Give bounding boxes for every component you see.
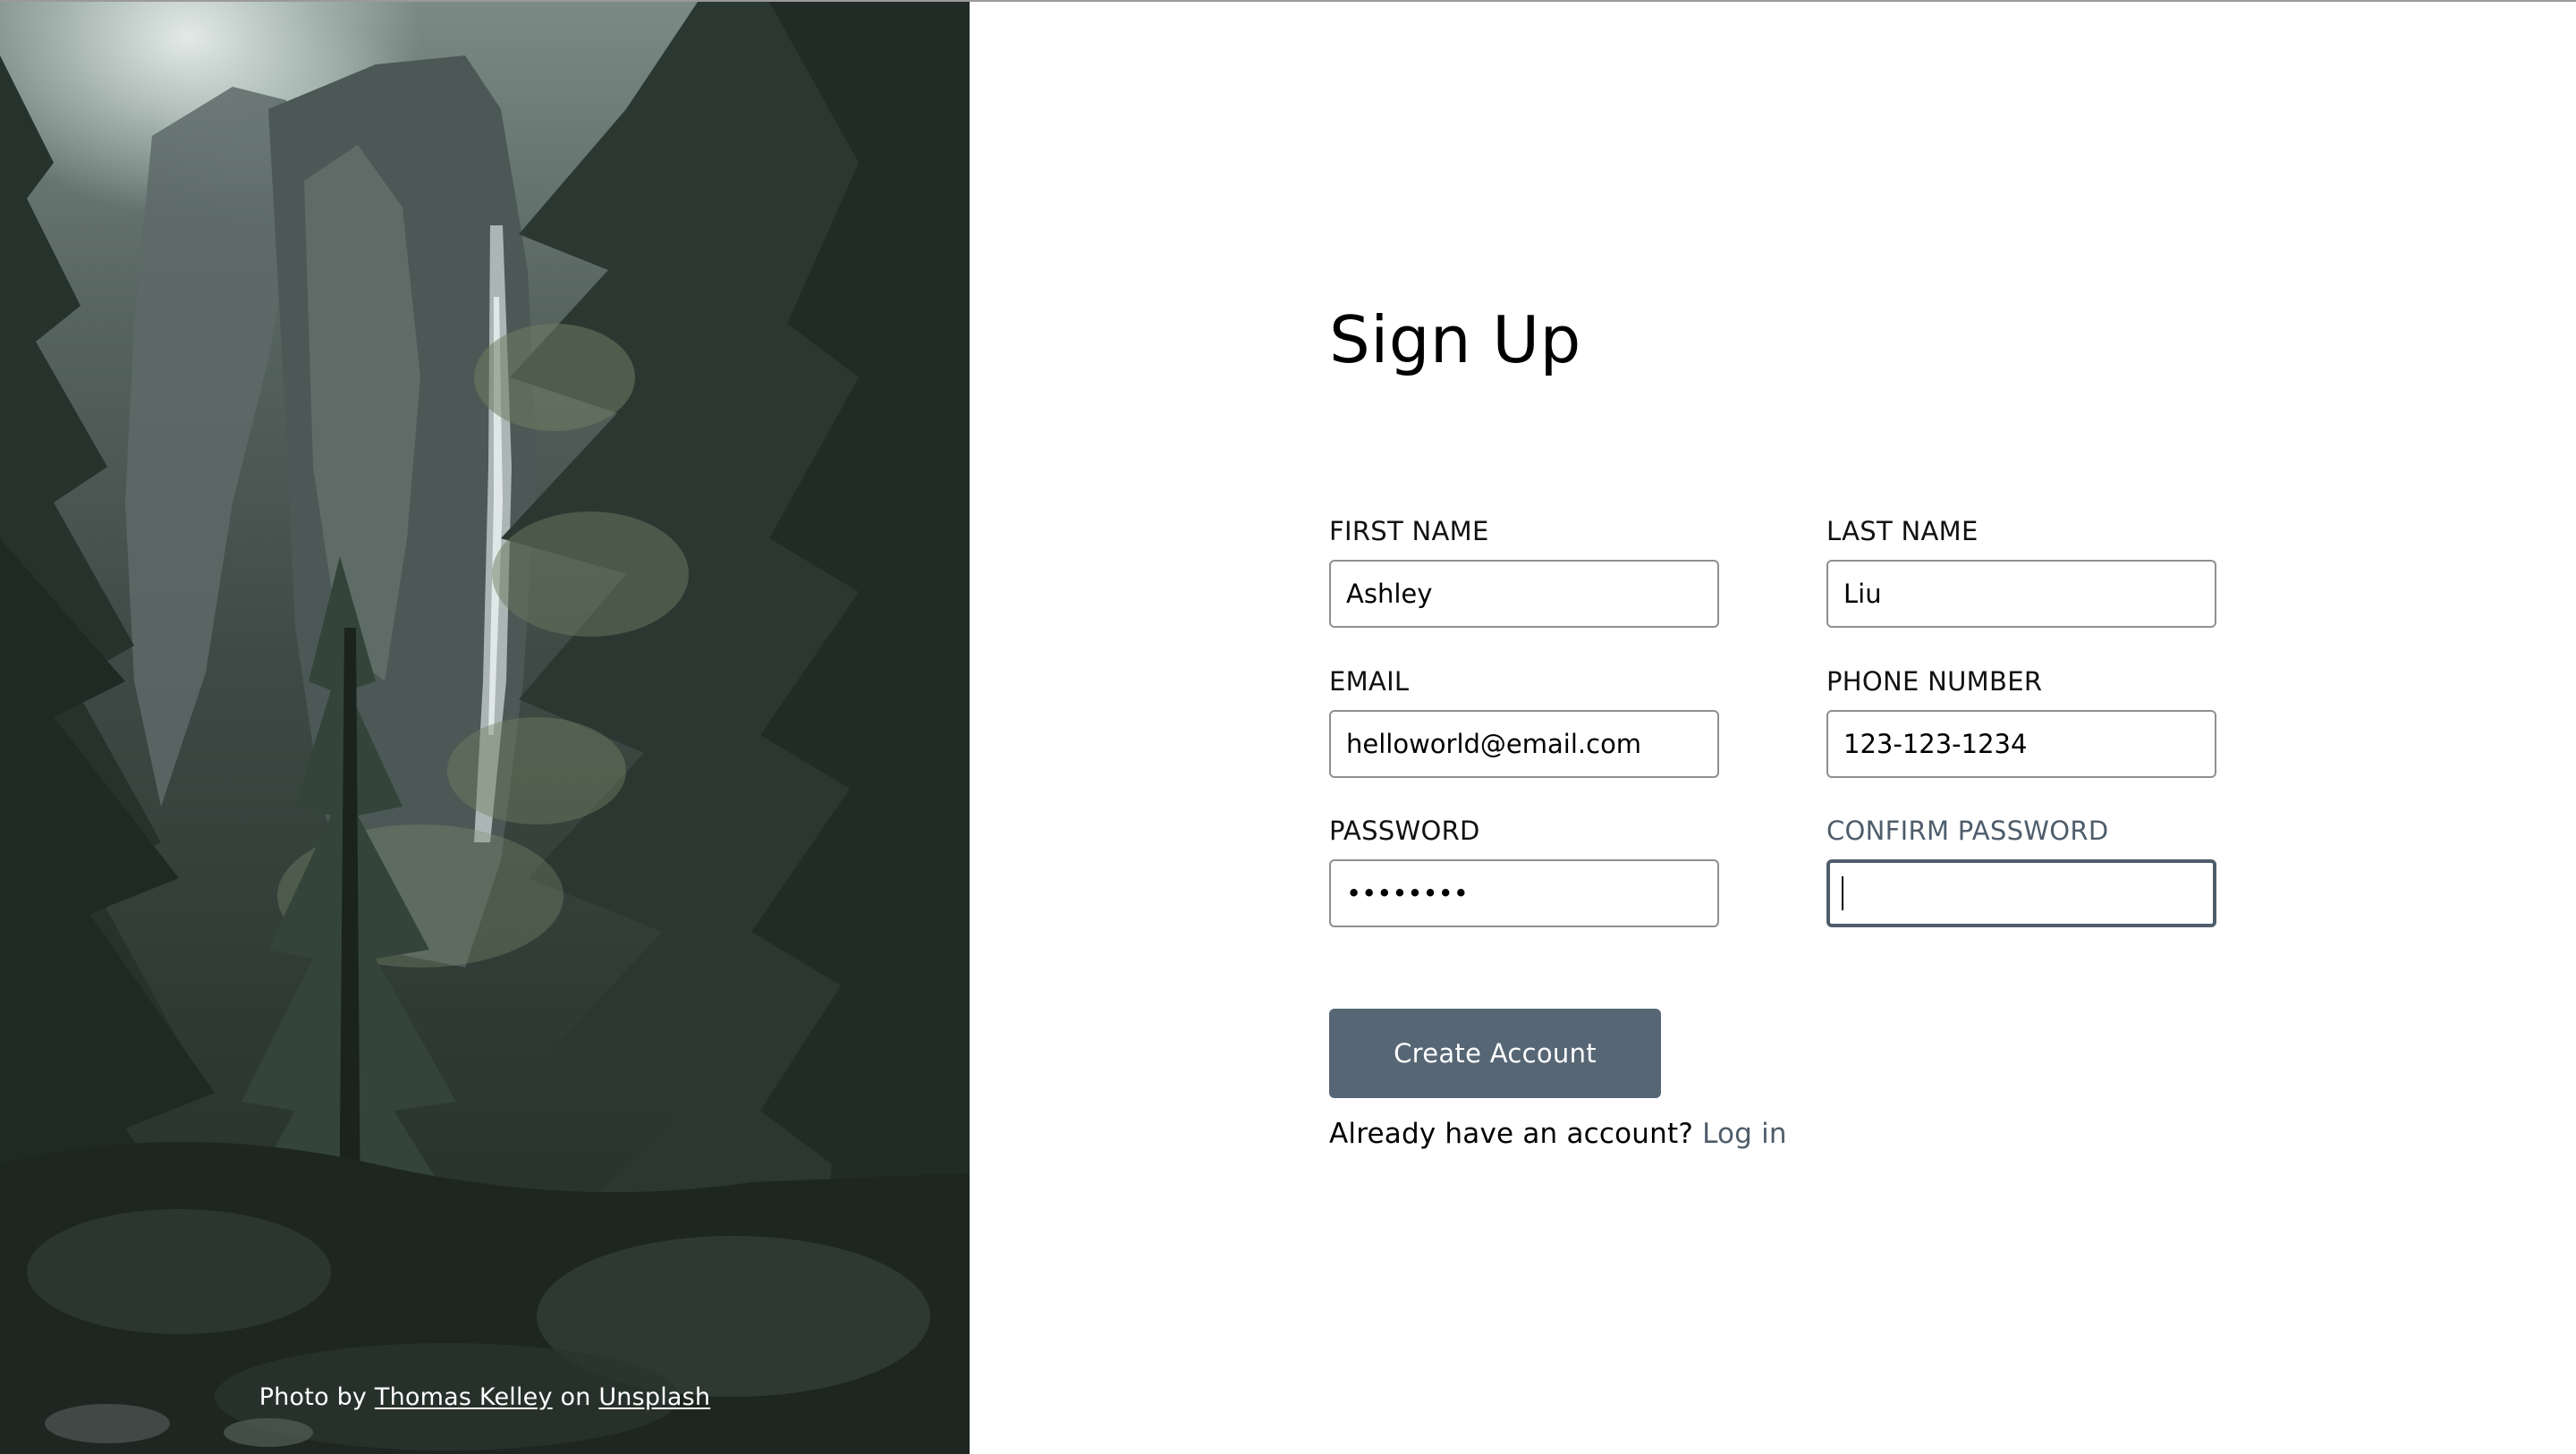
- unsplash-link[interactable]: Unsplash: [598, 1383, 710, 1411]
- photo-credit: Photo by Thomas Kelley on Unsplash: [0, 1383, 970, 1411]
- credit-prefix: Photo by: [258, 1383, 368, 1411]
- confirm-password-input[interactable]: [1826, 859, 2216, 927]
- login-prompt-text: Already have an account?: [1329, 1118, 1693, 1150]
- forest-waterfall-image: [0, 2, 970, 1454]
- confirm-password-field-group: CONFIRM PASSWORD: [1826, 816, 2216, 927]
- password-field-group: PASSWORD: [1329, 816, 1719, 927]
- email-input[interactable]: [1329, 710, 1719, 778]
- email-label: EMAIL: [1329, 666, 1410, 697]
- hero-photo: Photo by Thomas Kelley on Unsplash: [0, 2, 970, 1454]
- credit-middle: on: [560, 1383, 591, 1411]
- last-name-field-group: LAST NAME: [1826, 517, 2216, 628]
- signup-page: Photo by Thomas Kelley on Unsplash Sign …: [0, 0, 2576, 1454]
- login-link[interactable]: Log in: [1702, 1118, 1787, 1150]
- last-name-input[interactable]: [1826, 560, 2216, 628]
- password-label: PASSWORD: [1329, 816, 1480, 846]
- first-name-field-group: FIRST NAME: [1329, 517, 1719, 628]
- phone-label: PHONE NUMBER: [1826, 666, 2043, 697]
- email-field-group: EMAIL: [1329, 667, 1719, 778]
- photographer-link[interactable]: Thomas Kelley: [375, 1383, 553, 1411]
- password-input[interactable]: [1329, 859, 1719, 927]
- phone-input[interactable]: [1826, 710, 2216, 778]
- create-account-button[interactable]: Create Account: [1329, 1009, 1661, 1098]
- signup-form: Sign Up FIRST NAME LAST NAME EMAIL PHONE…: [1329, 2, 2224, 1454]
- login-prompt: Already have an account? Log in: [1329, 1118, 1787, 1150]
- last-name-label: LAST NAME: [1826, 516, 1979, 546]
- text-caret: [1842, 876, 1843, 910]
- first-name-label: FIRST NAME: [1329, 516, 1489, 546]
- confirm-password-label: CONFIRM PASSWORD: [1826, 816, 2109, 846]
- first-name-input[interactable]: [1329, 560, 1719, 628]
- page-title: Sign Up: [1329, 302, 1581, 377]
- phone-field-group: PHONE NUMBER: [1826, 667, 2216, 778]
